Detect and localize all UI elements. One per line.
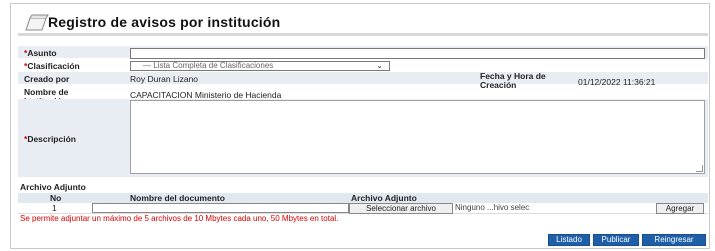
document-name-input[interactable] — [92, 203, 349, 213]
fecha-value: 01/12/2022 11:36:21 — [578, 77, 656, 87]
listado-button[interactable]: Listado — [548, 234, 590, 246]
asunto-label: *Asunto — [24, 48, 57, 58]
reingresar-button[interactable]: Reingresar — [642, 234, 706, 246]
chevron-down-icon: ⌄ — [376, 61, 383, 70]
col-nombre: Nombre del documento — [130, 193, 225, 203]
clasificacion-select[interactable]: — Lista Completa de Clasificaciones ⌄ — [130, 61, 390, 71]
page-header: Registro de avisos por institución — [18, 8, 538, 32]
add-button[interactable]: Agregar — [656, 203, 704, 214]
descripcion-label: *Descripción — [24, 134, 76, 144]
col-no: No — [50, 193, 62, 203]
clasificacion-label: *Clasificación — [24, 61, 80, 71]
creado-label: Creado por — [24, 74, 70, 84]
file-status: Ninguno ...hivo selec — [455, 203, 530, 212]
attachments-title: Archivo Adjunto — [20, 182, 86, 192]
creado-value: Roy Duran Lizano — [130, 74, 199, 84]
col-archivo: Archivo Adjunto — [351, 193, 417, 203]
title-divider — [18, 33, 708, 36]
resize-handle-icon[interactable] — [696, 165, 703, 172]
page-title: Registro de avisos por institución — [48, 14, 281, 30]
attachment-note: Se permite adjuntar un máximo de 5 archi… — [20, 214, 339, 223]
clasificacion-selected: — Lista Completa de Clasificaciones — [143, 61, 274, 70]
fecha-label: Fecha y Hora de Creación — [480, 71, 546, 90]
publicar-button[interactable]: Publicar — [593, 234, 639, 246]
asunto-input[interactable] — [130, 48, 705, 59]
row-number: 1 — [52, 203, 57, 213]
descripcion-textarea[interactable] — [130, 100, 705, 174]
select-file-button[interactable]: Seleccionar archivo — [349, 203, 453, 214]
